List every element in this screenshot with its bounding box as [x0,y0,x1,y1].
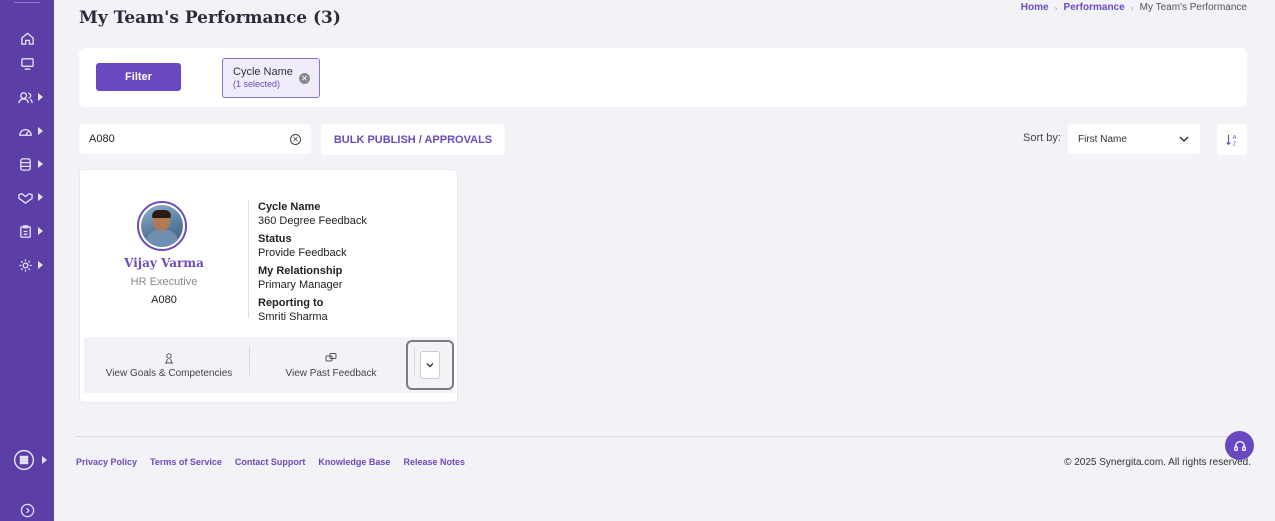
breadcrumb-home[interactable]: Home [1021,2,1049,13]
chevron-down-icon [1179,136,1189,143]
filter-button[interactable]: Filter [96,63,181,91]
sidebar-item-tasks[interactable] [0,217,54,245]
employee-info: Cycle Name 360 Degree Feedback Status Pr… [248,200,367,323]
expand-caret-icon [38,261,43,269]
field-value: Primary Manager [258,279,343,291]
relationship-field: My Relationship Primary Manager [258,264,367,292]
field-label: My Relationship [258,265,343,277]
chevron-down-icon [426,363,434,368]
copyright-text: © 2025 Synergita.com. All rights reserve… [1064,457,1251,468]
divider [249,347,250,375]
sidebar-item-data[interactable] [0,150,54,178]
knowledge-base-link[interactable]: Knowledge Base [318,457,390,467]
apps-icon [13,449,35,471]
sort-direction-button[interactable]: AZ [1217,124,1247,155]
headset-icon [1233,440,1246,451]
view-past-feedback-label: View Past Feedback [285,367,377,379]
status-field: Status Provide Feedback [258,232,367,260]
field-label: Status [258,233,292,245]
expand-caret-icon [38,193,43,201]
page-title: My Team's Performance (3) [79,8,341,28]
view-goals-label: View Goals & Competencies [105,367,233,379]
contact-support-link[interactable]: Contact Support [235,457,306,467]
svg-text:Z: Z [1233,141,1237,147]
footer-links: Privacy Policy Terms of Service Contact … [76,457,465,467]
remove-chip-icon[interactable]: ✕ [299,73,310,84]
expand-caret-icon [42,456,47,464]
sort-az-icon: AZ [1226,134,1237,147]
breadcrumb: Home › Performance › My Team's Performan… [1021,2,1247,13]
more-actions-button[interactable] [406,340,454,390]
sort-selected-value: First Name [1078,133,1127,145]
sidebar-item-apps[interactable] [0,446,54,474]
filter-panel: Filter Cycle Name (1 selected) ✕ [79,48,1247,107]
handshake-icon [18,192,33,204]
clear-search-icon[interactable]: ✕ [290,133,301,145]
footer-divider [76,436,1248,437]
svg-text:A: A [1233,135,1237,141]
monitor-icon [20,57,34,70]
expand-icon [20,503,34,517]
field-value: Provide Feedback [258,247,347,259]
breadcrumb-current: My Team's Performance [1139,2,1247,13]
sort-select[interactable]: First Name [1068,124,1200,154]
breadcrumb-separator-icon: › [1054,2,1058,13]
cycle-name-field: Cycle Name 360 Degree Feedback [258,200,367,228]
sidebar [0,0,54,521]
release-notes-link[interactable]: Release Notes [403,457,465,467]
view-goals-button[interactable]: View Goals & Competencies [94,337,244,393]
clipboard-icon [20,224,31,238]
card-actions: View Goals & Competencies View Past Feed… [84,337,454,393]
sidebar-item-performance[interactable] [0,117,54,145]
view-past-feedback-button[interactable]: View Past Feedback [256,337,406,393]
field-label: Cycle Name [258,201,321,213]
employee-id: A080 [151,294,177,306]
field-value: Smriti Sharma [258,311,328,323]
settings-icon [19,258,32,272]
users-icon [18,91,33,103]
cycle-name-filter-chip[interactable]: Cycle Name (1 selected) ✕ [222,58,320,98]
sidebar-item-users[interactable] [0,83,54,111]
sidebar-item-partners[interactable] [0,183,54,211]
breadcrumb-performance[interactable]: Performance [1064,2,1125,13]
employee-name[interactable]: Vijay Varma [80,256,248,270]
search-input[interactable] [89,133,269,145]
expand-caret-icon [38,227,43,235]
gauge-icon [19,128,32,136]
sidebar-divider [14,2,40,3]
search-box: ✕ [79,124,311,154]
sidebar-expand-button[interactable] [0,496,54,521]
sidebar-item-settings[interactable] [0,251,54,279]
employee-card: Vijay Varma HR Executive A080 Cycle Name… [79,169,458,403]
expand-caret-icon [38,160,43,168]
terms-of-service-link[interactable]: Terms of Service [150,457,222,467]
bulk-publish-approvals-button[interactable]: BULK PUBLISH / APPROVALS [321,124,505,155]
database-icon [20,157,31,171]
sidebar-item-monitor[interactable] [0,49,54,77]
field-label: Reporting to [258,297,324,309]
expand-caret-icon [38,127,43,135]
goals-icon [165,352,173,363]
feedback-icon [325,352,337,361]
home-icon [20,31,34,45]
breadcrumb-separator-icon: › [1130,2,1134,13]
expand-caret-icon [38,93,43,101]
sidebar-item-home[interactable] [0,24,54,52]
field-value: 360 Degree Feedback [258,215,367,227]
employee-role: HR Executive [130,276,198,288]
avatar[interactable] [137,201,187,251]
reporting-to-field: Reporting to Smriti Sharma [258,296,367,324]
sort-by-label: Sort by: [1023,132,1061,144]
privacy-policy-link[interactable]: Privacy Policy [76,457,137,467]
support-chat-button[interactable] [1225,431,1254,460]
